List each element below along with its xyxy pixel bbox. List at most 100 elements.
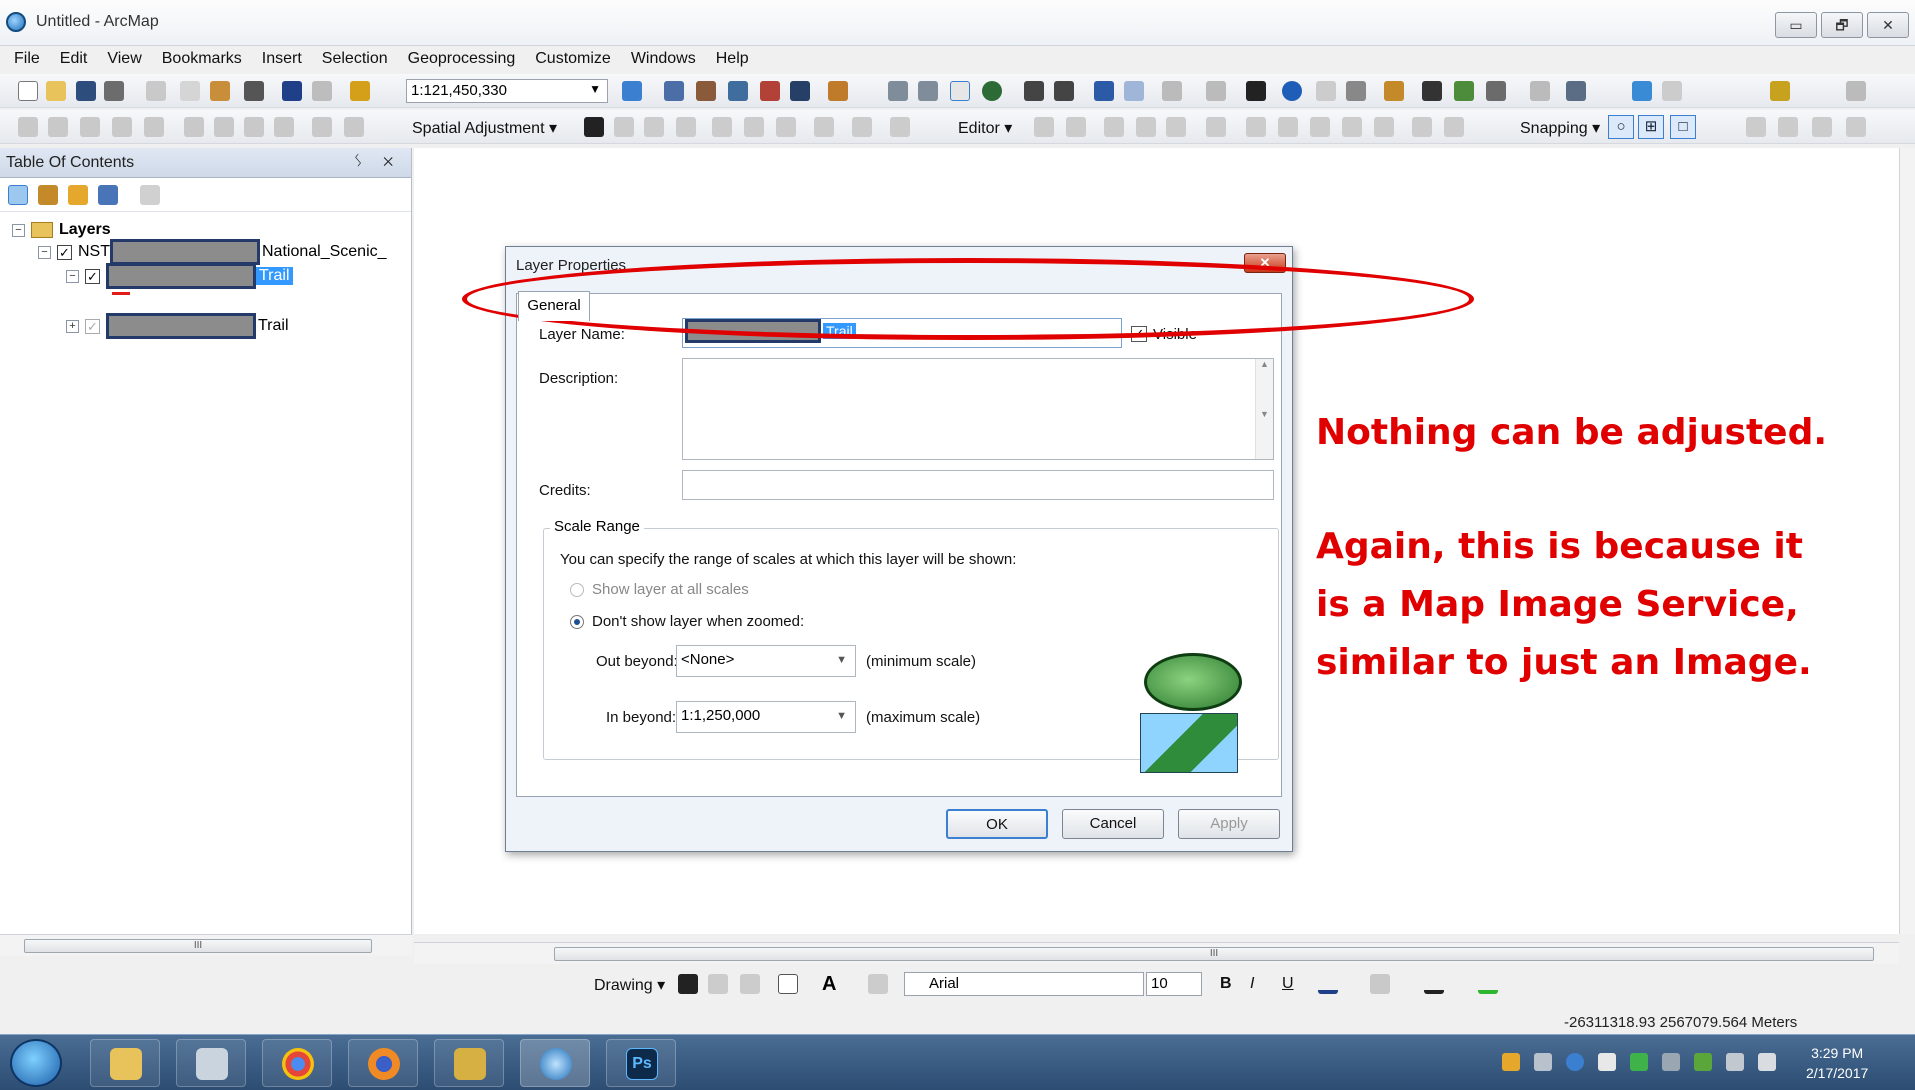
show-all-scales-radio[interactable] xyxy=(570,583,584,597)
rotate-icon[interactable] xyxy=(708,974,728,994)
taskbar-calculator[interactable] xyxy=(176,1039,246,1087)
menu-customize[interactable]: Customize xyxy=(535,50,611,68)
restore-button[interactable]: 🗗 xyxy=(1821,12,1863,38)
go-to-xy-icon[interactable] xyxy=(1486,81,1506,101)
fill-color-icon[interactable] xyxy=(1370,974,1390,994)
attribute-transfer-icon[interactable] xyxy=(776,117,796,137)
tray-update-icon[interactable] xyxy=(1694,1053,1712,1071)
solve-icon[interactable] xyxy=(344,117,364,137)
edge-match-icon[interactable] xyxy=(744,117,764,137)
menu-windows[interactable]: Windows xyxy=(631,50,696,68)
callout-icon[interactable] xyxy=(868,974,888,994)
expand-icon[interactable]: + xyxy=(66,319,79,333)
save-icon[interactable] xyxy=(76,81,96,101)
taskbar-firefox[interactable] xyxy=(348,1039,418,1087)
list-by-visibility-icon[interactable] xyxy=(68,185,88,205)
identify-icon[interactable] xyxy=(1282,81,1302,101)
trace-icon[interactable] xyxy=(312,117,332,137)
modify-link-icon[interactable] xyxy=(644,117,664,137)
edit-tool-icon[interactable] xyxy=(1034,117,1054,137)
list-by-selection-icon[interactable] xyxy=(98,185,118,205)
zoom-out-icon[interactable] xyxy=(918,81,938,101)
endpoint-arc-icon[interactable] xyxy=(1136,117,1156,137)
drawing-menu[interactable]: Drawing ▾ xyxy=(594,975,665,995)
attributes-icon[interactable] xyxy=(1412,117,1432,137)
menu-edit[interactable]: Edit xyxy=(60,50,88,68)
taskbar-chrome[interactable] xyxy=(262,1039,332,1087)
full-extent-globe-icon[interactable] xyxy=(982,81,1002,101)
menu-insert[interactable]: Insert xyxy=(262,50,302,68)
barrier-icon[interactable] xyxy=(274,117,294,137)
font-size-selector[interactable]: 10 xyxy=(1146,972,1202,996)
sublayer-row-2[interactable]: + ✓ Trail xyxy=(66,313,289,339)
zoom-in-icon[interactable] xyxy=(888,81,908,101)
layout-page-icon[interactable] xyxy=(1746,117,1766,137)
find-binoculars-icon[interactable] xyxy=(1422,81,1442,101)
undo-icon[interactable] xyxy=(282,81,302,101)
tray-sync-icon[interactable] xyxy=(1662,1053,1680,1071)
credits-field[interactable] xyxy=(682,470,1274,500)
italic-button[interactable]: I xyxy=(1250,975,1254,993)
cut-polygons-icon[interactable] xyxy=(1310,117,1330,137)
topology-icon[interactable] xyxy=(48,117,68,137)
list-by-source-icon[interactable] xyxy=(38,185,58,205)
multi-displacement-icon[interactable] xyxy=(676,117,696,137)
rotate-edit-icon[interactable] xyxy=(1374,117,1394,137)
select-elements-icon[interactable] xyxy=(1246,81,1266,101)
text-a-icon[interactable]: A xyxy=(822,974,842,994)
delete-icon[interactable] xyxy=(244,81,264,101)
toc-pin-close[interactable]: ᛊ ✕ xyxy=(353,153,401,171)
chevron-down-icon[interactable]: ▼ xyxy=(589,82,601,96)
font-color-icon[interactable] xyxy=(1318,974,1338,994)
select-features-icon[interactable] xyxy=(1162,81,1182,101)
fixed-zoom-out-icon[interactable] xyxy=(1054,81,1074,101)
sublayer-visibility-checkbox[interactable]: ✓ xyxy=(85,318,100,334)
model-builder-icon[interactable] xyxy=(828,81,848,101)
underline-button[interactable]: U xyxy=(1282,975,1294,993)
arctoolbox-icon[interactable] xyxy=(760,81,780,101)
graphics-icon[interactable] xyxy=(1778,117,1798,137)
forward-arrow-icon[interactable] xyxy=(1124,81,1144,101)
align-icon[interactable] xyxy=(890,117,910,137)
editor-toolbar-icon[interactable] xyxy=(622,81,642,101)
tray-display-icon[interactable] xyxy=(1726,1053,1744,1071)
menu-geoprocessing[interactable]: Geoprocessing xyxy=(408,50,516,68)
network-icon[interactable] xyxy=(214,117,234,137)
start-button[interactable] xyxy=(10,1039,62,1087)
measure-icon[interactable] xyxy=(1384,81,1404,101)
volume-icon[interactable] xyxy=(1758,1053,1776,1071)
adjust-icon[interactable] xyxy=(144,117,164,137)
scroll-thumb[interactable]: III xyxy=(24,939,372,953)
adjust-run-icon[interactable] xyxy=(852,117,872,137)
python-icon[interactable] xyxy=(790,81,810,101)
out-beyond-combo[interactable]: <None> ▼ xyxy=(676,645,856,677)
reshape-icon[interactable] xyxy=(1278,117,1298,137)
link-icon[interactable] xyxy=(184,117,204,137)
flag-icon[interactable] xyxy=(1770,81,1790,101)
menu-bookmarks[interactable]: Bookmarks xyxy=(162,50,242,68)
html-popup-icon[interactable] xyxy=(1346,81,1366,101)
menu-selection[interactable]: Selection xyxy=(322,50,388,68)
cut-icon[interactable] xyxy=(146,81,166,101)
table-icon[interactable] xyxy=(664,81,684,101)
catalog-icon[interactable] xyxy=(696,81,716,101)
select-elements-icon[interactable] xyxy=(678,974,698,994)
rectangle-icon[interactable] xyxy=(778,974,798,994)
add-data-icon[interactable] xyxy=(350,81,370,101)
print-icon[interactable] xyxy=(104,81,124,101)
toc-horizontal-scrollbar[interactable]: III xyxy=(0,934,412,956)
tray-flag-icon[interactable] xyxy=(1598,1053,1616,1071)
system-clock[interactable]: 3:29 PM 2/17/2017 xyxy=(1806,1043,1868,1083)
dont-show-zoomed-radio[interactable] xyxy=(570,615,584,629)
editor-menu[interactable]: Editor ▾ xyxy=(958,118,1012,138)
georef-icon[interactable] xyxy=(18,117,38,137)
tools-icon[interactable] xyxy=(1662,81,1682,101)
tray-network-icon[interactable] xyxy=(1566,1053,1584,1071)
hyperlink-icon[interactable] xyxy=(1316,81,1336,101)
bold-button[interactable]: B xyxy=(1220,975,1232,993)
ok-button[interactable]: OK xyxy=(946,809,1048,839)
close-window-button[interactable]: ✕ xyxy=(1867,12,1909,38)
point-snapping-button[interactable]: ○ xyxy=(1608,115,1634,139)
select-arrow-icon[interactable] xyxy=(584,117,604,137)
chevron-down-icon[interactable]: ▼ xyxy=(836,654,847,666)
